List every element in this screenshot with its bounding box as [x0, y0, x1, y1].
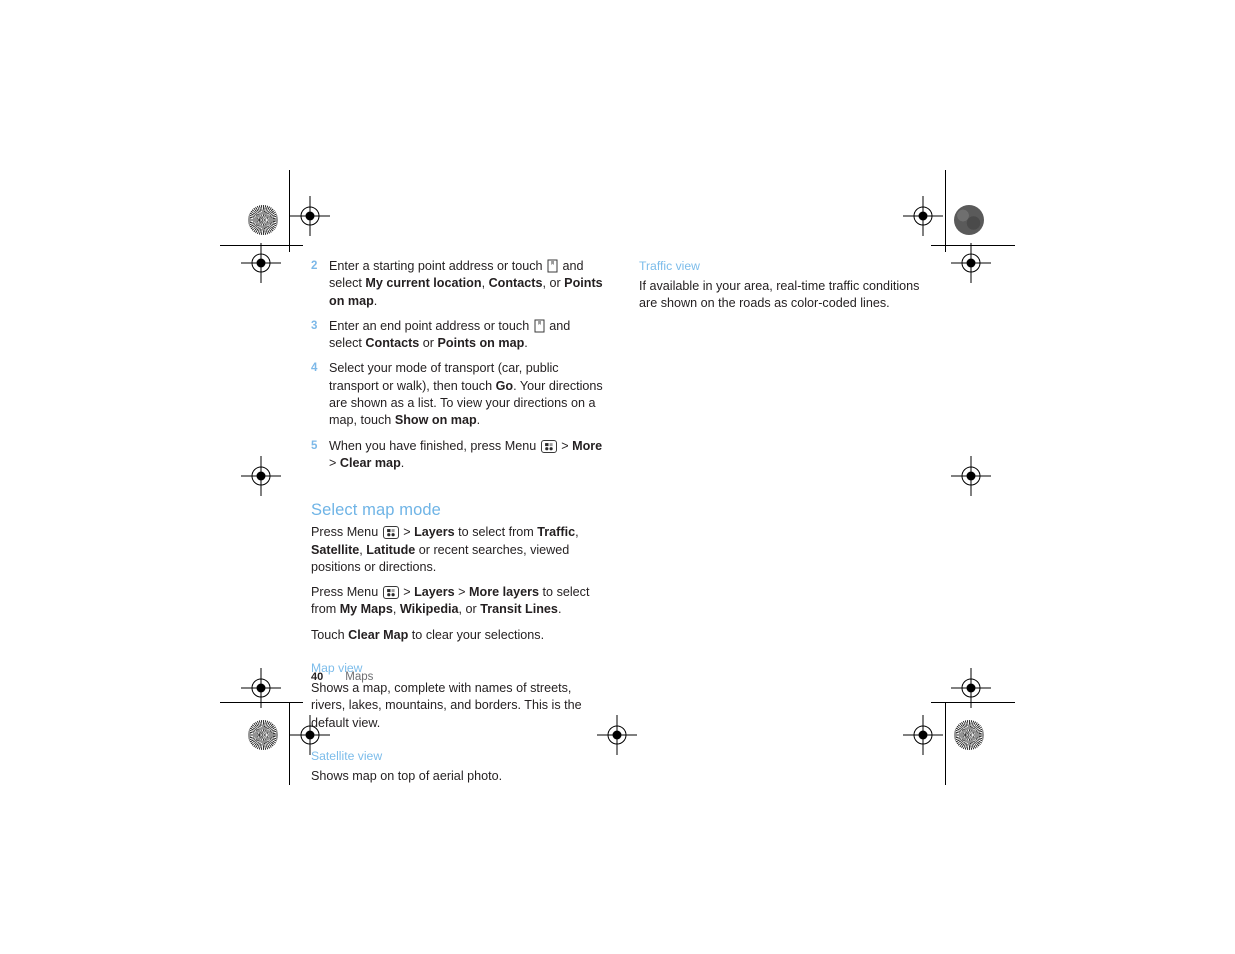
section-paragraph: Touch Clear Map to clear your selections… [311, 627, 603, 644]
menu-key-icon [382, 526, 399, 540]
text-run: , or [458, 602, 481, 617]
numbered-step: 2 Enter a starting point address or touch… [311, 258, 603, 310]
subsection-body: Shows map on top of aerial photo. [311, 768, 503, 783]
right-subsections: Traffic view If available in your area, r… [639, 258, 931, 313]
text-run: Enter an end point address or touch [329, 318, 533, 333]
text-run: , [392, 602, 400, 617]
text-run: or [419, 336, 438, 351]
text-run: . [524, 336, 528, 351]
emphasis-text: Points on map [437, 336, 525, 351]
subsection-heading: Satellite view [311, 748, 383, 763]
section-paragraph: Press Menu > Layers to select from Traff… [311, 524, 603, 576]
emphasis-text: Clear map [339, 455, 401, 470]
text-run: Press Menu [311, 585, 382, 600]
text-run: Touch [311, 627, 349, 642]
text-run: . [476, 413, 481, 428]
emphasis-text: Wikipedia [399, 602, 459, 617]
text-run: to clear your selections. [408, 627, 545, 642]
step-number: 4 [311, 362, 318, 375]
text-run: . [557, 602, 562, 617]
section-paragraphs: Press Menu > Layers to select from Traff… [311, 524, 603, 644]
map-pin-key-icon [534, 319, 545, 333]
emphasis-text: My current location [365, 276, 482, 291]
page-number: 40 [311, 671, 324, 683]
subsection-body: Shows a map, complete with names of stre… [311, 681, 582, 730]
emphasis-text: Latitude [366, 542, 416, 557]
text-run: > [454, 585, 470, 600]
section-paragraph: Press Menu > Layers > More layers to sel… [311, 584, 603, 619]
text-run: Enter a starting point address or touch [329, 259, 547, 273]
subsection-body: If available in your area, real-time tra… [639, 279, 920, 311]
right-column: Traffic view If available in your area, r… [639, 258, 931, 313]
emphasis-text: Satellite [311, 542, 360, 557]
text-run: Press Menu [311, 525, 382, 540]
text-run: When you have finished, press Menu [329, 438, 540, 453]
numbered-step: 5 When you have finished, press Menu > Mo… [311, 438, 603, 473]
emphasis-text: Layers [414, 585, 455, 600]
chapter-name: Maps [345, 671, 374, 683]
emphasis-text: Transit Lines [480, 602, 558, 617]
emphasis-text: Contacts [488, 276, 543, 291]
emphasis-text: Clear Map [348, 627, 409, 642]
text-run: , [481, 276, 489, 291]
emphasis-text: Traffic [537, 525, 576, 540]
menu-key-icon [540, 439, 557, 453]
step-text: Enter an end point address or touch and … [329, 319, 570, 350]
numbered-step-list: 2 Enter a starting point address or touch… [311, 258, 603, 472]
step-text: When you have finished, press Menu > Mor… [329, 439, 602, 470]
text-run: > [399, 585, 415, 600]
subsection-heading: Traffic view [639, 259, 700, 273]
emphasis-text: Go [495, 378, 514, 393]
emphasis-text: My Maps [339, 602, 393, 617]
text-run: , [575, 525, 579, 540]
section-heading-select-map-mode: Select map mode [311, 501, 441, 520]
left-column: 2 Enter a starting point address or touch… [311, 258, 603, 785]
step-text: Enter a starting point address or touch … [329, 259, 603, 308]
emphasis-text: Show on map [394, 413, 477, 428]
text-run: . [373, 293, 378, 308]
text-run: > [329, 455, 340, 470]
text-run: , or [542, 276, 565, 291]
step-number: 3 [311, 319, 318, 332]
emphasis-text: More layers [469, 585, 540, 600]
text-run: to select from [454, 525, 538, 540]
emphasis-text: Contacts [365, 336, 420, 351]
text-run: > [399, 525, 415, 540]
text-run: > [557, 438, 573, 453]
page-content: 2 Enter a starting point address or touch… [0, 0, 1235, 954]
left-subsections: Map view Shows a map, complete with names… [311, 644, 603, 785]
text-run: . [400, 455, 405, 470]
menu-key-icon [382, 586, 399, 600]
map-pin-key-icon [547, 259, 558, 273]
step-number: 5 [311, 439, 318, 452]
emphasis-text: Layers [414, 525, 455, 540]
numbered-step: 3 Enter an end point address or touch and… [311, 318, 603, 353]
numbered-step: 4 Select your mode of transport (car, pub… [311, 360, 603, 429]
step-text: Select your mode of transport (car, publ… [329, 361, 603, 427]
step-number: 2 [311, 260, 318, 272]
page-footer: 40 Maps [311, 671, 373, 683]
emphasis-text: More [572, 438, 603, 453]
